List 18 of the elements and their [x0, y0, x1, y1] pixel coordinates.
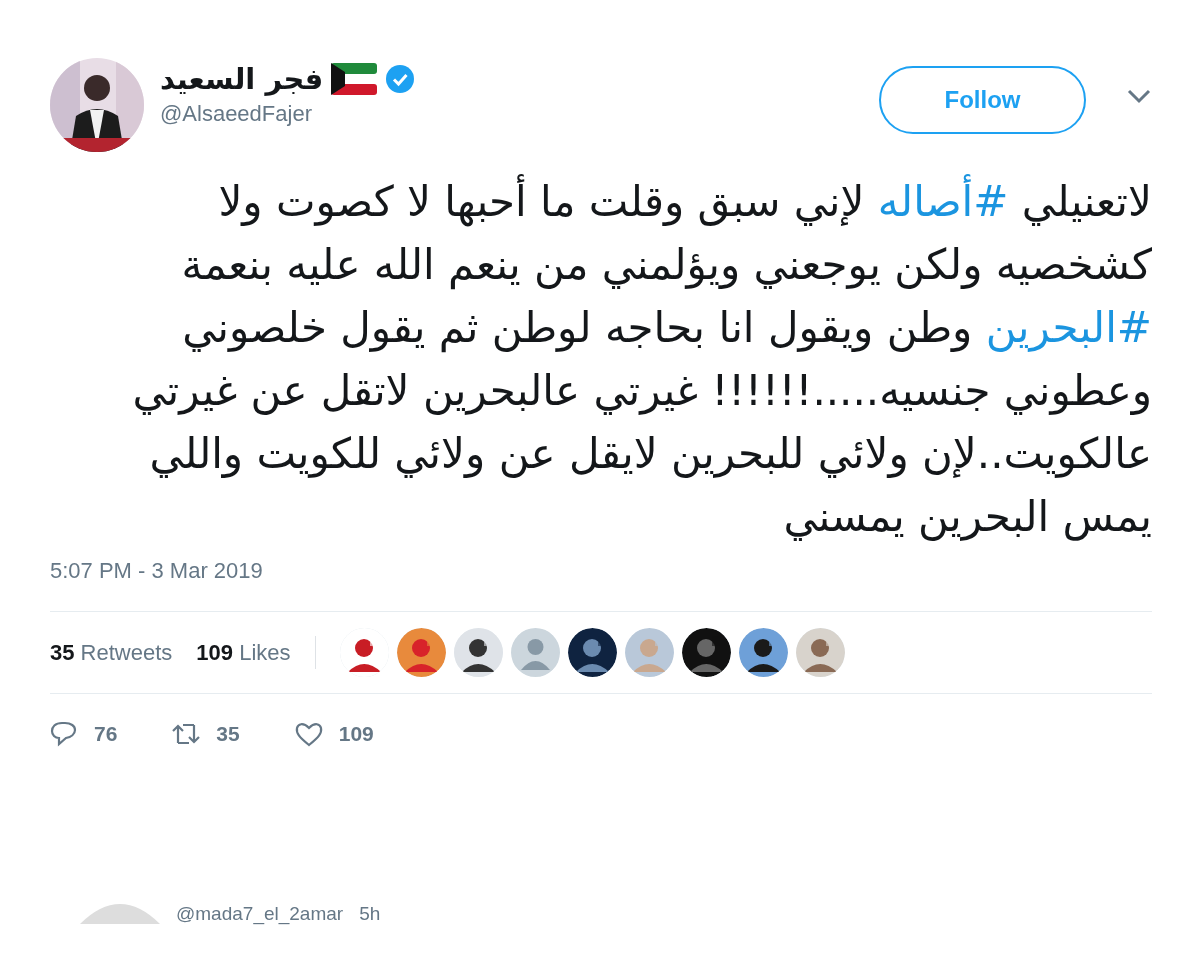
flag-icon — [331, 63, 378, 96]
reply-icon[interactable] — [50, 719, 78, 748]
action-count: 35 — [216, 721, 240, 747]
follow-button[interactable]: Follow — [879, 66, 1086, 134]
action-count: 76 — [94, 721, 118, 747]
reply-handle: @mada7_el_2amar — [176, 901, 344, 927]
reply-time: 5h — [359, 901, 381, 926]
author-handle: @AlsaeedFajer — [160, 99, 313, 128]
avatar-icon — [80, 903, 160, 924]
tweet-timestamp: 5:07 PM - 3 Mar 2019 — [50, 557, 264, 585]
stat-count: 35 Retweets — [50, 639, 173, 667]
default-avatar-icon[interactable] — [510, 628, 560, 677]
hashtag-link[interactable]: #البحرين — [985, 303, 1152, 352]
action-count: 109 — [338, 721, 374, 747]
chevron-down-icon[interactable] — [1126, 88, 1152, 104]
stat-count: 109 Likes — [196, 639, 291, 667]
tweet-text: لاتعنيلي #أصاله لإني سبق وقلت ما أحبها لا كصوت ولا كشخصيه ولكن يوجعني ويؤلمني من ينعم الله عليه بنعمة #البحرين وطن ويقول انا بحاجه لوطن ثم يقول خلصوني وعطوني جنسيه.....!!!!!! غيرتي عالبحرين لاتقل عن غيرتي عالكويت..لإن ولائي للبحرين لايقل عن ولائي للكويت واللي يمس البحرين يمسني — [90, 170, 1152, 548]
author-name: فجر السعيد — [160, 62, 324, 97]
